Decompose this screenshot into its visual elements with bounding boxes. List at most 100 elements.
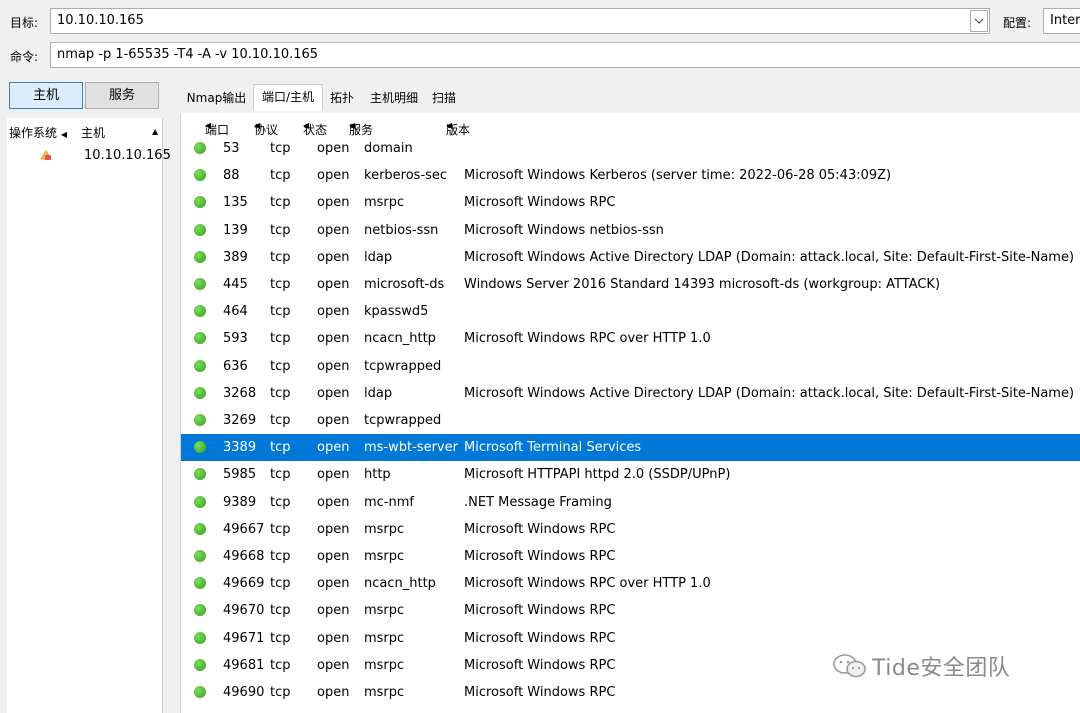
host-list-panel: 操作系统 ◀ 主机 ▲ 10.10.10.165 <box>7 118 171 713</box>
host-column-header[interactable]: 主机 <box>81 124 105 141</box>
cell-state: open <box>317 141 350 156</box>
table-row[interactable]: 464 tcp open kpasswd5 <box>181 298 1080 325</box>
status-open-icon <box>194 468 206 481</box>
cell-service: msrpc <box>364 521 405 537</box>
status-open-icon <box>194 142 206 154</box>
table-row[interactable]: 135 tcp open msrpc Microsoft Windows RPC <box>181 189 1080 216</box>
table-row[interactable]: 389 tcp open ldap Microsoft Windows Active D… <box>181 244 1080 271</box>
status-open-icon <box>194 223 206 236</box>
cell-proto: tcp <box>270 222 291 238</box>
table-row[interactable]: 88 tcp open kerberos-sec Microsoft Windows K… <box>181 162 1080 189</box>
table-row[interactable]: 445 tcp open microsoft-ds Windows Server 201… <box>181 271 1080 298</box>
cell-proto: tcp <box>270 141 291 156</box>
cell-state: open <box>317 222 350 238</box>
cell-proto: tcp <box>270 549 291 564</box>
cell-port: 88 <box>223 168 240 184</box>
table-row[interactable]: 5985 tcp open http Microsoft HTTPAPI httpd 2… <box>181 461 1080 488</box>
table-row[interactable]: 3268 tcp open ldap Microsoft Windows Active … <box>181 380 1080 407</box>
cell-state: open <box>317 331 350 347</box>
cell-port: 49669 <box>223 576 265 592</box>
tab-nmap-output[interactable]: Nmap输出 <box>180 86 253 111</box>
cell-proto: tcp <box>270 630 291 646</box>
table-row[interactable]: 49670 tcp open msrpc Microsoft Windows RPC <box>181 597 1080 624</box>
cell-service: ncacn_http <box>364 331 436 347</box>
target-dropdown-button[interactable] <box>970 10 988 32</box>
cell-service: msrpc <box>364 685 405 700</box>
cell-proto: tcp <box>270 467 291 483</box>
hosts-button[interactable]: 主机 <box>9 82 83 109</box>
os-column-header[interactable]: 操作系统 ◀ <box>9 124 71 141</box>
ports-table-header: ◀ 端口 ◀ 协议 ◀ 状态 ◀ 服务 ◀ 版本 <box>205 121 471 137</box>
cell-service: ms-wbt-server <box>364 440 458 456</box>
cell-service: http <box>364 467 391 483</box>
cell-port: 9389 <box>223 494 257 510</box>
tab-ports-hosts[interactable]: 端口/主机 <box>253 84 323 111</box>
chevron-down-icon <box>974 18 984 24</box>
table-row[interactable]: 49667 tcp open msrpc Microsoft Windows RPC <box>181 516 1080 543</box>
cell-version: Microsoft HTTPAPI httpd 2.0 (SSDP/UPnP) <box>464 467 731 483</box>
wechat-icon <box>833 654 866 678</box>
cell-version: Microsoft Windows RPC <box>464 195 616 211</box>
cell-state: open <box>317 413 350 428</box>
cell-port: 139 <box>223 222 248 238</box>
cell-version: Microsoft Windows RPC <box>464 549 616 564</box>
cell-state: open <box>317 249 350 265</box>
host-list-header: 操作系统 ◀ 主机 ▲ <box>7 122 162 142</box>
status-open-icon <box>194 577 206 590</box>
status-open-icon <box>194 550 206 562</box>
cell-port: 49681 <box>223 657 265 673</box>
target-label: 目标: <box>10 16 39 30</box>
cell-proto: tcp <box>270 494 291 510</box>
cell-version: Windows Server 2016 Standard 14393 micro… <box>464 277 941 292</box>
cell-service: tcpwrapped <box>364 358 442 374</box>
table-row[interactable]: 139 tcp open netbios-ssn Microsoft Windows n… <box>181 217 1080 244</box>
cell-proto: tcp <box>270 331 291 347</box>
cell-version: Microsoft Windows netbios-ssn <box>464 222 664 238</box>
cell-proto: tcp <box>270 576 291 592</box>
table-row[interactable]: 53 tcp open domain <box>181 135 1080 162</box>
command-input[interactable]: nmap -p 1-65535 -T4 -A -v 10.10.10.165 <box>50 42 1080 68</box>
cell-state: open <box>317 494 350 510</box>
table-row[interactable]: 9389 tcp open mc-nmf .NET Message Framing <box>181 489 1080 516</box>
table-row[interactable]: 3389 tcp open ms-wbt-server Microsoft Termin… <box>181 434 1080 462</box>
cell-state: open <box>317 304 350 320</box>
cell-version: Microsoft Windows RPC over HTTP 1.0 <box>464 331 711 347</box>
cell-proto: tcp <box>270 385 291 401</box>
services-button[interactable]: 服务 <box>85 82 159 109</box>
cell-version: .NET Message Framing <box>464 494 612 510</box>
cell-proto: tcp <box>270 521 291 537</box>
cell-state: open <box>317 630 350 646</box>
cell-state: open <box>317 521 350 537</box>
cell-port: 636 <box>223 358 248 374</box>
cell-service: kpasswd5 <box>364 304 429 320</box>
tab-host-details[interactable]: 主机明细 <box>361 86 427 111</box>
tab-topology[interactable]: 拓扑 <box>325 86 359 111</box>
target-input[interactable]: 10.10.10.165 <box>50 8 990 34</box>
table-row[interactable]: 636 tcp open tcpwrapped <box>181 353 1080 380</box>
status-open-icon <box>194 686 206 698</box>
cell-service: ldap <box>364 249 393 265</box>
table-row[interactable]: 49669 tcp open ncacn_http Microsoft Windows … <box>181 570 1080 597</box>
cell-version: Microsoft Windows RPC <box>464 657 616 673</box>
cell-state: open <box>317 685 350 700</box>
cell-proto: tcp <box>270 603 291 619</box>
cell-port: 389 <box>223 249 248 265</box>
table-row[interactable]: 49690 tcp open msrpc Microsoft Windows RPC <box>181 679 1080 706</box>
cell-service: msrpc <box>364 549 405 564</box>
status-open-icon <box>194 359 206 372</box>
cell-proto: tcp <box>270 358 291 374</box>
tab-scans[interactable]: 扫描 <box>428 86 460 111</box>
cell-state: open <box>317 603 350 619</box>
status-open-icon <box>194 305 206 318</box>
cell-port: 3268 <box>223 385 257 401</box>
cell-service: domain <box>364 141 413 156</box>
cell-version: Microsoft Terminal Services <box>464 440 642 456</box>
table-row[interactable]: 3269 tcp open tcpwrapped <box>181 407 1080 434</box>
table-row[interactable]: 49668 tcp open msrpc Microsoft Windows RPC <box>181 543 1080 570</box>
cell-proto: tcp <box>270 413 291 428</box>
table-row[interactable]: 593 tcp open ncacn_http Microsoft Windows RP… <box>181 325 1080 352</box>
table-row[interactable]: 49671 tcp open msrpc Microsoft Windows RPC <box>181 625 1080 652</box>
status-open-icon <box>194 196 206 209</box>
profile-select[interactable]: Inter <box>1043 8 1080 34</box>
host-row[interactable]: 10.10.10.165 <box>7 145 171 167</box>
